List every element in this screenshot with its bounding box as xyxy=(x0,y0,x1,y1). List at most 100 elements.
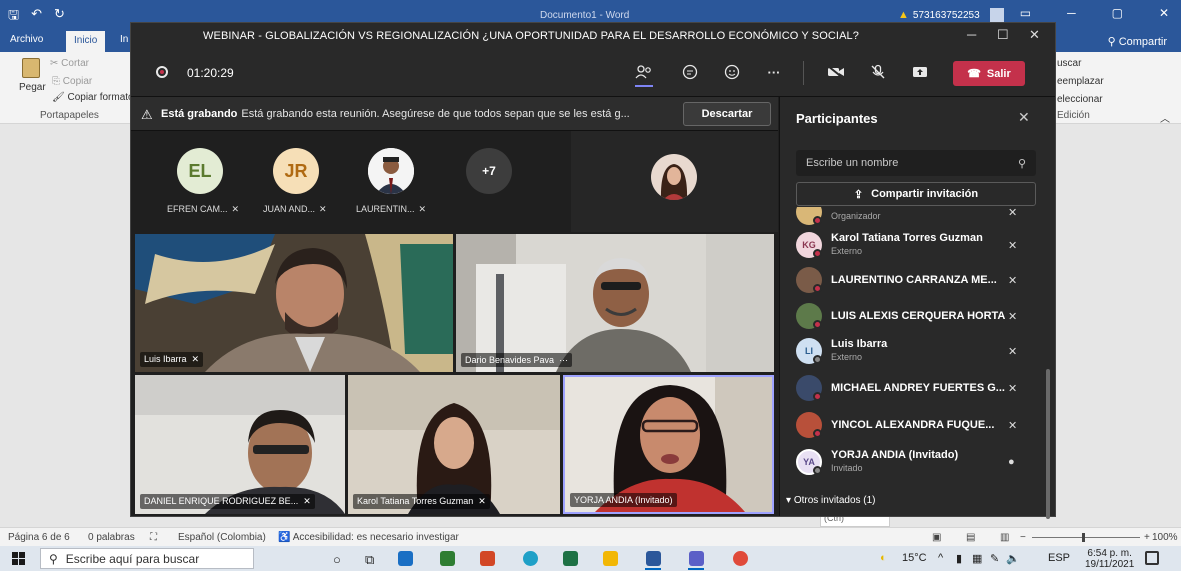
avatar-name-juan: JUAN AND... ✕ xyxy=(263,204,327,215)
read-mode-icon[interactable]: ▣ xyxy=(932,532,941,543)
tab-inicio[interactable]: Inicio xyxy=(66,31,106,52)
avatar-laurentino[interactable] xyxy=(368,148,414,194)
proofing-icon[interactable]: ⛶ xyxy=(150,532,157,543)
excel-icon[interactable] xyxy=(563,551,578,566)
teams-maximize-icon[interactable]: ☐ xyxy=(997,27,1009,43)
participant-search-input[interactable]: Escribe un nombre ⚲ xyxy=(796,150,1036,176)
weather-icon[interactable]: ◐ xyxy=(880,552,887,564)
volume-icon[interactable]: 🔈 xyxy=(1006,552,1020,565)
print-layout-icon[interactable]: ▤ xyxy=(966,532,975,543)
close-icon[interactable]: ✕ xyxy=(1159,6,1169,20)
tab-insertar[interactable]: In xyxy=(120,34,128,45)
participant-luis-cerquera[interactable]: LUIS ALEXIS CERQUERA HORTA ✕ xyxy=(796,301,1036,331)
video-tile-karol-torres[interactable]: Karol Tatiana Torres Guzman ✕ xyxy=(348,375,560,514)
share-invite-button[interactable]: ⇪ Compartir invitación xyxy=(796,182,1036,206)
status-words[interactable]: 0 palabras xyxy=(88,532,135,543)
find-button[interactable]: uscar xyxy=(1057,58,1081,69)
chrome-icon[interactable] xyxy=(733,551,748,566)
zoom-level[interactable]: 100% xyxy=(1152,532,1178,543)
participants-icon[interactable] xyxy=(633,61,655,83)
teams-close-icon[interactable]: ✕ xyxy=(1029,27,1040,43)
video-tile-luis-ibarra[interactable]: Luis Ibarra ✕ xyxy=(135,234,453,372)
zoom-in-icon[interactable]: + xyxy=(1144,532,1150,543)
avatar-efren[interactable]: EL xyxy=(177,148,223,194)
pinned-participant-tile[interactable] xyxy=(571,131,778,232)
pen-icon[interactable]: ✎ xyxy=(990,552,999,565)
participant-yorja-andia[interactable]: YA YORJA ANDIA (Invitado) Invitado ● xyxy=(796,447,1036,477)
zoom-out-icon[interactable]: − xyxy=(1020,532,1026,543)
undo-icon[interactable]: ↶ xyxy=(31,6,42,28)
video-tile-dario-benavides[interactable]: Dario Benavides Pava ··· xyxy=(456,234,774,372)
zoom-slider-track[interactable] xyxy=(1032,537,1140,538)
word-account[interactable]: ▲ 573163752253 xyxy=(898,8,1004,22)
account-avatar[interactable] xyxy=(989,8,1004,22)
task-view-icon[interactable]: ⧉ xyxy=(365,552,374,568)
notification-icon[interactable] xyxy=(1145,551,1159,565)
publisher-icon[interactable] xyxy=(440,551,455,566)
dismiss-button[interactable]: Descartar xyxy=(683,102,771,126)
participant-name: Karol Tatiana Torres Guzman xyxy=(831,232,983,244)
video-tile-yorja-andia[interactable]: YORJA ANDIA (Invitado) xyxy=(563,375,774,514)
reactions-icon[interactable] xyxy=(721,61,743,83)
share-screen-icon[interactable] xyxy=(909,61,931,83)
mail-icon[interactable] xyxy=(398,551,413,566)
participant-yincol-fuque[interactable]: YINCOL ALEXANDRA FUQUE... ✕ xyxy=(796,410,1036,440)
input-language[interactable]: ESP xyxy=(1048,552,1070,564)
zoom-slider-thumb[interactable] xyxy=(1082,533,1085,542)
participant-organizer[interactable]: Organizador ✕ xyxy=(796,207,1036,227)
cortana-icon[interactable]: ○ xyxy=(333,552,341,567)
meeting-timer: 01:20:29 xyxy=(187,66,234,80)
windows-start-icon[interactable] xyxy=(12,552,25,565)
other-guests-section[interactable]: ▾ Otros invitados (1) xyxy=(786,495,876,506)
camera-off-icon[interactable] xyxy=(825,61,847,83)
restore-icon[interactable]: ▢ xyxy=(1112,6,1123,20)
teams-minimize-icon[interactable]: ─ xyxy=(967,27,976,42)
mic-off-icon: ✕ xyxy=(303,496,311,506)
more-options-icon[interactable]: ··· xyxy=(559,355,568,365)
network-icon[interactable]: ▦ xyxy=(972,552,982,565)
status-page[interactable]: Página 6 de 6 xyxy=(8,532,70,543)
save-icon[interactable]: 🖫 xyxy=(8,6,19,28)
status-language[interactable]: Español (Colombia) xyxy=(178,532,266,543)
powerpoint-icon[interactable] xyxy=(480,551,495,566)
leave-button[interactable]: ☎ Salir xyxy=(953,61,1025,86)
collapse-ribbon-icon[interactable]: ︿ xyxy=(1160,110,1170,125)
teams-running-indicator xyxy=(688,568,704,570)
participant-role: Organizador xyxy=(831,211,881,221)
format-painter-button[interactable]: 🖌 Copiar formato xyxy=(52,92,134,103)
more-participants-button[interactable]: +7 xyxy=(466,148,512,194)
temperature[interactable]: 15°C xyxy=(902,552,927,564)
participant-karol-torres[interactable]: KG Karol Tatiana Torres Guzman Externo ✕ xyxy=(796,230,1036,260)
replace-button[interactable]: eemplazar xyxy=(1057,76,1104,87)
copy-button[interactable]: ⎘ Copiar xyxy=(52,76,92,87)
tab-archivo[interactable]: Archivo xyxy=(10,34,43,45)
participant-laurentino[interactable]: LAURENTINO CARRANZA ME... ✕ xyxy=(796,265,1036,295)
web-layout-icon[interactable]: ▥ xyxy=(1000,532,1009,543)
avatar-juan[interactable]: JR xyxy=(273,148,319,194)
tray-expand-icon[interactable]: ^ xyxy=(938,552,943,564)
tray-app-icon[interactable]: ▮ xyxy=(956,552,962,565)
edge-icon[interactable] xyxy=(523,551,538,566)
more-actions-icon[interactable]: ··· xyxy=(763,61,785,83)
participant-luis-ibarra[interactable]: LI Luis Ibarra Externo ✕ xyxy=(796,336,1036,366)
participant-michael-fuertes[interactable]: MICHAEL ANDREY FUERTES G... ✕ xyxy=(796,373,1036,403)
ribbon-display-icon[interactable]: ▭ xyxy=(1020,6,1031,20)
paste-button[interactable]: Pegar xyxy=(19,82,46,93)
status-accessibility[interactable]: ♿ Accesibilidad: es necesario investigar xyxy=(278,532,459,543)
teams-icon[interactable] xyxy=(689,551,704,566)
cut-button[interactable]: ✂ Cortar xyxy=(50,58,89,69)
word-icon[interactable] xyxy=(646,551,661,566)
taskbar-search[interactable]: ⚲ Escribe aquí para buscar xyxy=(40,548,254,569)
video-tile-daniel-rodriguez[interactable]: DANIEL ENRIQUE RODRIGUEZ BE... ✕ xyxy=(135,375,345,514)
file-explorer-icon[interactable] xyxy=(603,551,618,566)
chat-icon[interactable] xyxy=(679,61,701,83)
close-panel-icon[interactable]: ✕ xyxy=(1018,109,1030,126)
paste-icon[interactable] xyxy=(22,58,40,78)
panel-scrollbar[interactable] xyxy=(1046,369,1050,519)
select-button[interactable]: eleccionar xyxy=(1057,94,1103,105)
taskbar-clock[interactable]: 6:54 p. m. 19/11/2021 xyxy=(1085,548,1134,570)
redo-icon[interactable]: ↻ xyxy=(54,6,65,28)
share-button[interactable]: ⚲ Compartir xyxy=(1108,35,1167,48)
minimize-icon[interactable]: ─ xyxy=(1067,6,1076,20)
mic-off-icon[interactable] xyxy=(867,61,889,83)
